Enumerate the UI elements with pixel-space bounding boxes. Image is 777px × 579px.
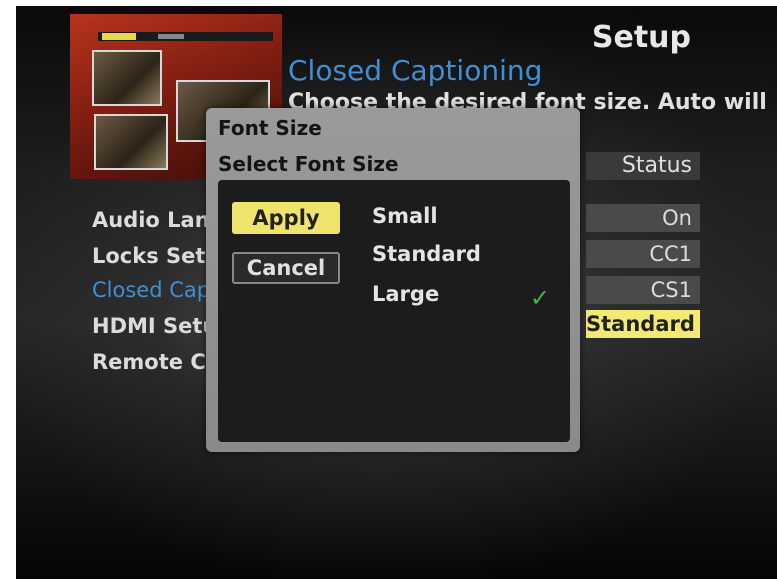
menu-item-remote-control[interactable]: Remote Co — [92, 350, 220, 374]
font-option-small[interactable]: Small — [372, 204, 438, 228]
check-icon: ✓ — [530, 284, 551, 312]
status-value: On — [586, 204, 700, 232]
status-value: CS1 — [586, 276, 700, 304]
font-option-standard[interactable]: Standard — [372, 242, 481, 266]
dialog-body: Apply Cancel Small Standard Large ✓ — [218, 180, 570, 442]
font-size-dialog: Font Size Select Font Size Apply Cancel … — [206, 108, 580, 452]
section-title: Closed Captioning — [288, 54, 543, 87]
preview-caption-bar — [98, 32, 273, 41]
preview-image — [94, 114, 168, 170]
font-option-large[interactable]: Large — [372, 282, 439, 306]
preview-image — [92, 50, 162, 106]
menu-item-audio-language[interactable]: Audio Lang — [92, 208, 225, 232]
dialog-title: Font Size — [218, 116, 322, 140]
dialog-subtitle: Select Font Size — [218, 152, 399, 176]
apply-button[interactable]: Apply — [232, 202, 340, 234]
status-value: CC1 — [586, 240, 700, 268]
page-title: Setup — [591, 20, 691, 55]
status-value-selected: Standard — [586, 310, 700, 338]
menu-item-closed-captioning[interactable]: Closed Cap — [92, 278, 210, 302]
tv-screen: Setup Closed Captioning Choose the desir… — [16, 6, 777, 579]
menu-item-hdmi-setup[interactable]: HDMI Setu — [92, 314, 217, 338]
menu-item-locks-setup[interactable]: Locks Setu — [92, 244, 220, 268]
cancel-button[interactable]: Cancel — [232, 252, 340, 284]
status-column-header: Status — [586, 152, 700, 180]
